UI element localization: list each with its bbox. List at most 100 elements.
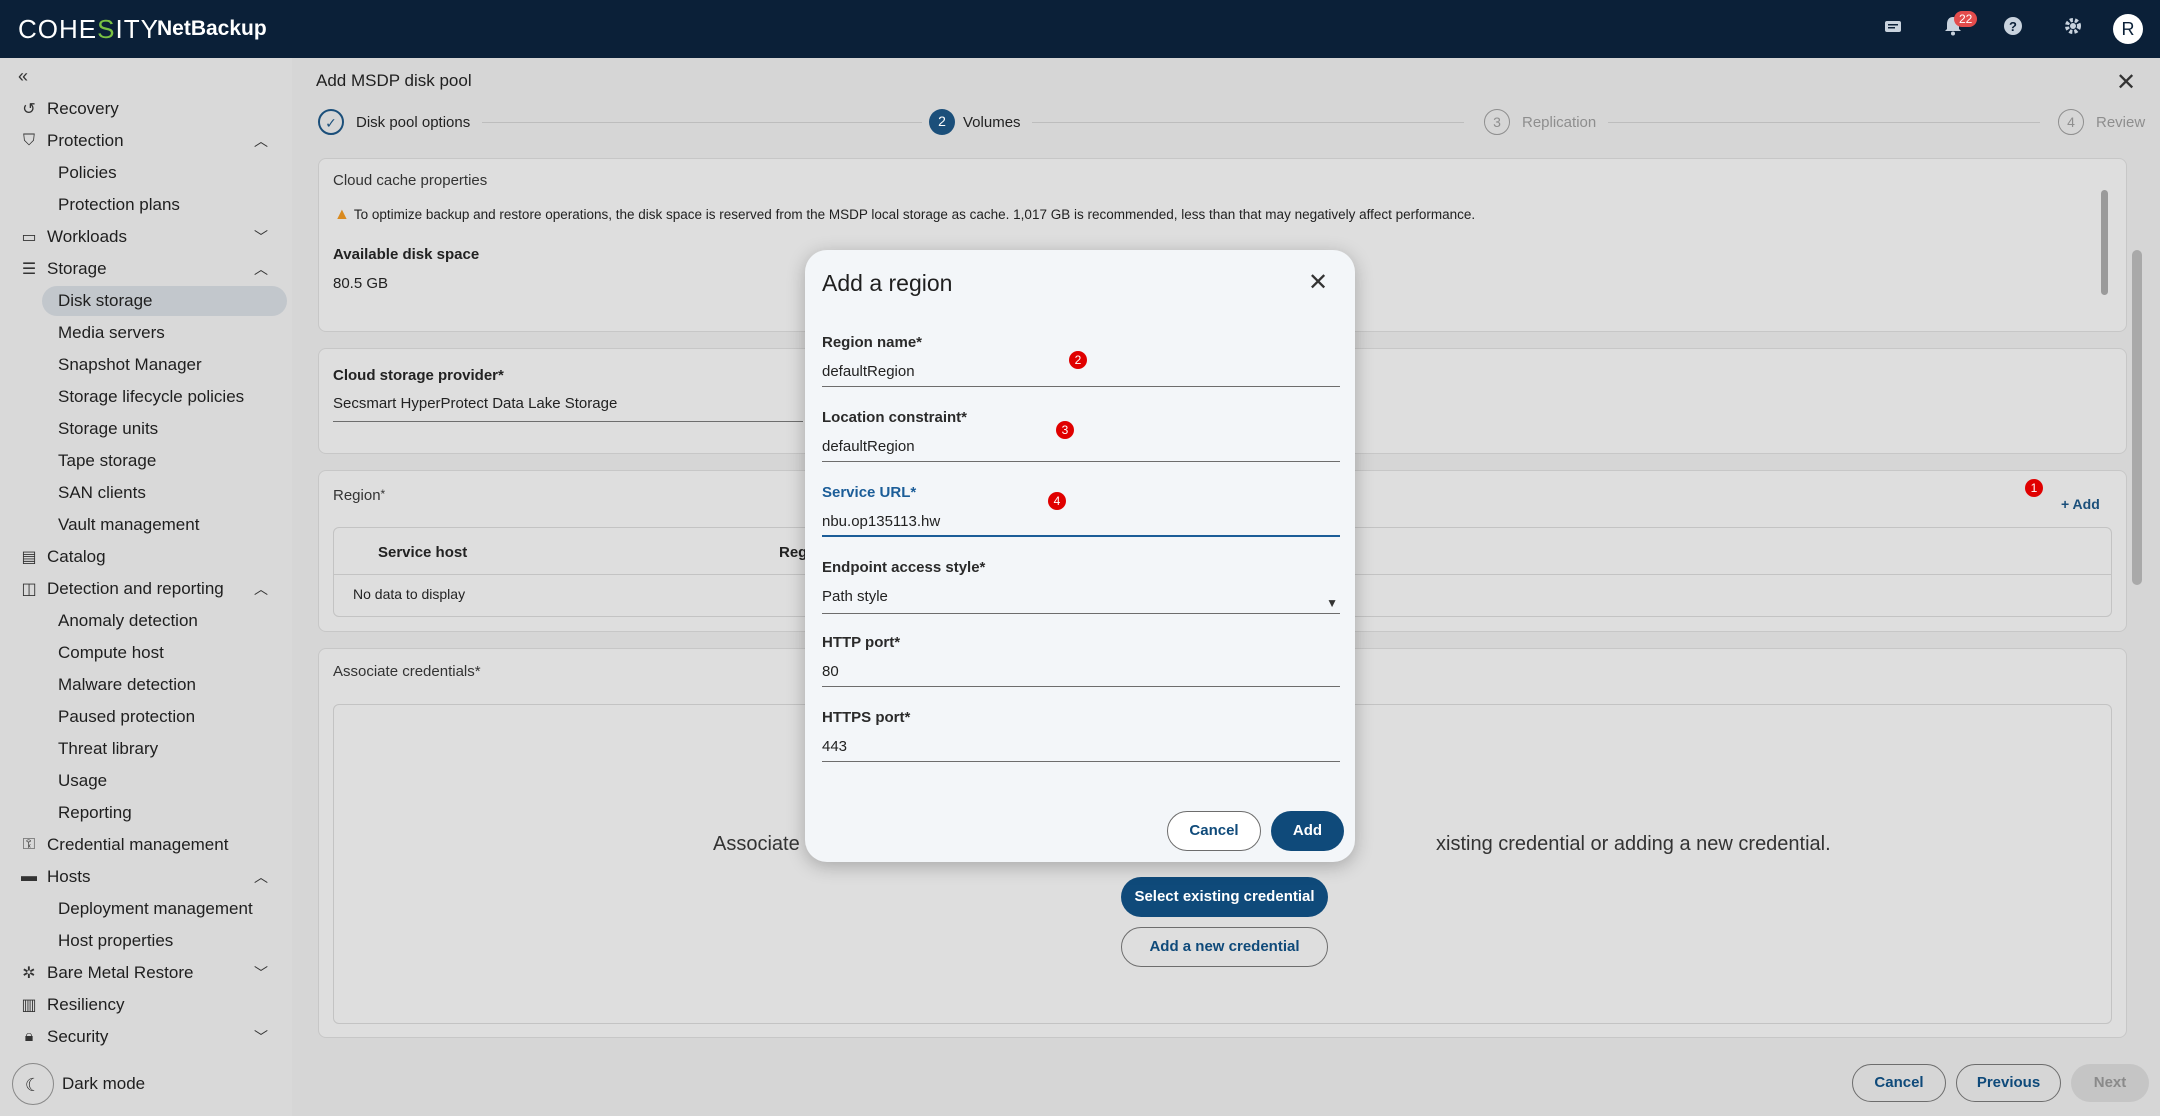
available-disk-space-value: 80.5 GB — [333, 275, 389, 292]
step-4-number: 4 — [2058, 109, 2084, 135]
card-scrollbar[interactable] — [2101, 190, 2108, 295]
sidebar-item-storage[interactable]: ☰ Storage ︿ — [0, 254, 292, 284]
warning-icon: ▲ — [334, 206, 350, 223]
message-icon[interactable] — [1880, 16, 1906, 42]
top-header: COHESITY NetBackup 22 ? R — [0, 0, 2160, 58]
server-icon: ▬ — [21, 868, 37, 885]
chevron-down-icon: ﹀ — [254, 229, 268, 245]
detection-icon: ◫ — [21, 581, 37, 598]
sidebar-item-vault-management[interactable]: Vault management — [42, 510, 287, 540]
sidebar-item-threat-library[interactable]: Threat library — [42, 734, 287, 764]
add-region-dialog: Add a region ✕ Region name* Location con… — [805, 250, 1355, 862]
table-empty-message: No data to display — [353, 586, 466, 602]
add-new-credential-button[interactable]: Add a new credential — [1121, 927, 1328, 967]
https-port-input[interactable] — [822, 732, 1340, 762]
shield-icon: ⛉ — [22, 132, 35, 149]
column-service-host[interactable]: Service host — [378, 544, 467, 561]
key-icon: ⚿ — [22, 836, 36, 853]
stepper-connector — [482, 122, 922, 123]
select-existing-credential-button[interactable]: Select existing credential — [1121, 877, 1328, 917]
catalog-icon: ▤ — [21, 549, 37, 566]
location-constraint-input[interactable] — [822, 432, 1340, 462]
sidebar-item-media-servers[interactable]: Media servers — [42, 318, 287, 348]
step-3-label: Replication — [1522, 114, 1597, 131]
sidebar-item-storage-units[interactable]: Storage units — [42, 414, 287, 444]
dialog-close-icon[interactable]: ✕ — [1308, 268, 1328, 297]
dialog-add-button[interactable]: Add — [1271, 811, 1344, 851]
sidebar-item-anomaly-detection[interactable]: Anomaly detection — [42, 606, 287, 636]
sidebar-item-policies[interactable]: Policies — [42, 158, 287, 188]
endpoint-access-style-label: Endpoint access style* — [822, 559, 986, 576]
provider-underline — [333, 421, 803, 422]
credentials-text-left: Associate c — [713, 833, 816, 855]
http-port-label: HTTP port* — [822, 634, 901, 651]
sidebar-item-usage[interactable]: Usage — [42, 766, 287, 796]
page-scrollbar[interactable] — [2132, 250, 2142, 585]
gear-icon[interactable] — [2060, 16, 2086, 42]
previous-button[interactable]: Previous — [1956, 1064, 2061, 1102]
endpoint-access-style-select[interactable]: Path style ▼ — [822, 584, 1340, 614]
stepper-connector — [1608, 122, 2040, 123]
sidebar-item-host-properties[interactable]: Host properties — [42, 926, 287, 956]
database-icon: ☰ — [21, 261, 37, 278]
sidebar-item-detection-and-reporting[interactable]: ◫ Detection and reporting ︿ — [0, 574, 292, 604]
chevron-down-icon: ﹀ — [254, 965, 268, 981]
sidebar-item-tape-storage[interactable]: Tape storage — [42, 446, 287, 476]
sidebar-item-resiliency[interactable]: ▥ Resiliency — [0, 990, 292, 1020]
sidebar-item-recovery[interactable]: ↺ Recovery — [0, 94, 292, 124]
chevron-up-icon: ︿ — [254, 261, 268, 277]
cohesity-logo[interactable]: COHESITY — [18, 14, 159, 45]
moon-icon: ☾ — [12, 1063, 54, 1105]
step-4-label: Review — [2096, 114, 2146, 131]
sidebar-item-reporting[interactable]: Reporting — [42, 798, 287, 828]
sidebar: « ↺ Recovery ⛉ Protection ︿ Policies Protec… — [0, 58, 292, 1116]
stepper-connector — [1032, 122, 1464, 123]
next-button[interactable]: Next — [2071, 1064, 2149, 1102]
region-title: Region* — [333, 487, 386, 504]
user-avatar[interactable]: R — [2113, 14, 2143, 44]
credentials-text-right: xisting credential or adding a new crede… — [1436, 833, 1831, 855]
cloud-provider-value[interactable]: Secsmart HyperProtect Data Lake Storage — [333, 395, 617, 412]
sidebar-item-workloads[interactable]: ▭ Workloads ﹀ — [0, 222, 292, 252]
dialog-cancel-button[interactable]: Cancel — [1167, 811, 1261, 851]
sidebar-item-security[interactable]: 🔒︎ Security ﹀ — [0, 1022, 292, 1052]
credentials-title: Associate credentials* — [333, 663, 481, 680]
add-region-button[interactable]: + Add — [2061, 496, 2100, 512]
sidebar-item-hosts[interactable]: ▬ Hosts ︿ — [0, 862, 292, 892]
sidebar-item-san-clients[interactable]: SAN clients — [42, 478, 287, 508]
lock-icon: 🔒︎ — [24, 1028, 34, 1045]
sidebar-item-catalog[interactable]: ▤ Catalog — [0, 542, 292, 572]
sidebar-item-disk-storage[interactable]: Disk storage — [42, 286, 287, 316]
sidebar-item-credential-management[interactable]: ⚿ Credential management — [0, 830, 292, 860]
dark-mode-toggle[interactable]: ☾ Dark mode — [12, 1063, 145, 1105]
step-1-check-icon: ✓ — [318, 109, 344, 135]
cancel-button[interactable]: Cancel — [1852, 1064, 1946, 1102]
cache-warning: ▲ To optimize backup and restore operatio… — [334, 206, 1476, 223]
collapse-sidebar-icon[interactable]: « — [18, 66, 28, 87]
sidebar-item-storage-lifecycle-policies[interactable]: Storage lifecycle policies — [42, 382, 287, 412]
http-port-input[interactable] — [822, 657, 1340, 687]
close-icon[interactable]: ✕ — [2116, 68, 2136, 97]
sidebar-item-deployment-management[interactable]: Deployment management — [42, 894, 287, 924]
service-url-input[interactable] — [822, 507, 1340, 537]
chevron-up-icon: ︿ — [254, 869, 268, 885]
service-url-label: Service URL* — [822, 484, 917, 501]
caret-down-icon: ▼ — [1326, 596, 1338, 610]
product-name: NetBackup — [157, 17, 267, 40]
sidebar-item-paused-protection[interactable]: Paused protection — [42, 702, 287, 732]
chevron-up-icon: ︿ — [254, 133, 268, 149]
step-2-number: 2 — [929, 109, 955, 135]
sidebar-item-protection-plans[interactable]: Protection plans — [42, 190, 287, 220]
available-disk-space-label: Available disk space — [333, 246, 480, 263]
sidebar-item-malware-detection[interactable]: Malware detection — [42, 670, 287, 700]
step-1-label: Disk pool options — [356, 114, 471, 131]
help-icon[interactable]: ? — [2000, 16, 2026, 42]
sidebar-item-bare-metal-restore[interactable]: ✲ Bare Metal Restore ﹀ — [0, 958, 292, 988]
marker-2: 2 — [1069, 351, 1087, 369]
sidebar-item-compute-host[interactable]: Compute host — [42, 638, 287, 668]
sidebar-item-snapshot-manager[interactable]: Snapshot Manager — [42, 350, 287, 380]
sidebar-item-protection[interactable]: ⛉ Protection ︿ — [0, 126, 292, 156]
page-title: Add MSDP disk pool — [316, 71, 472, 90]
svg-text:?: ? — [2009, 19, 2017, 34]
chevron-down-icon: ﹀ — [254, 1029, 268, 1045]
